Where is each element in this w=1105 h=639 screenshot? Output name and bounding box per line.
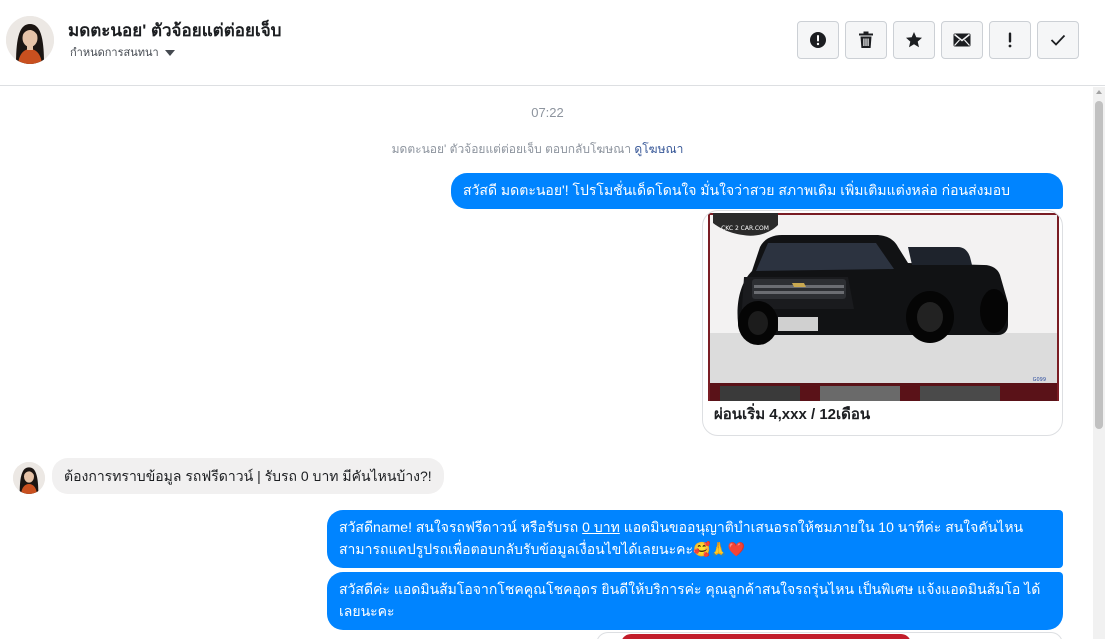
ad-image-watermark: CKC 2 CAR.COM [721, 225, 769, 232]
conversation-toolbar [797, 21, 1079, 59]
ad-car-image[interactable]: CKC 2 CAR.COM G099 [708, 213, 1059, 401]
sender-avatar[interactable] [13, 462, 45, 494]
caret-down-icon [164, 49, 175, 56]
star-icon [906, 32, 922, 48]
star-button[interactable] [893, 21, 935, 59]
outgoing-message: สวัสดีค่ะ แอดมินส้มโอจากโชคคูณโชคอุดร ยิ… [327, 572, 1063, 630]
trash-icon [859, 31, 873, 48]
conversation-thread: 07:22 มดตะนอย' ตัวจ้อยแต่ต่อยเจ็บ ตอบกลั… [0, 87, 1093, 639]
message-underlined-text: 0 บาท [582, 519, 620, 535]
mark-unread-button[interactable] [941, 21, 983, 59]
outgoing-message: สวัสดีname! สนใจรถฟรีดาวน์ หรือรับรถ 0 บ… [327, 510, 1063, 568]
assign-label: กำหนดการสนทนา [70, 47, 159, 59]
spam-button[interactable] [989, 21, 1031, 59]
view-ad-link[interactable]: ดูโฆษณา [634, 142, 683, 156]
ad-card[interactable]: CKC 2 CAR.COM G099 ผ่อนเริ่ม 4,xxx / 12เ… [702, 210, 1063, 436]
ad-caption: ผ่อนเริ่ม 4,xxx / 12เดือน [714, 406, 871, 423]
outgoing-message: สวัสดี มดตะนอย'! โปรโมชั่นเด็ดโดนใจ มั่น… [451, 173, 1063, 209]
message-text: สวัสดีname! สนใจรถฟรีดาวน์ หรือรับรถ [339, 519, 583, 535]
scroll-up-arrow-icon[interactable] [1096, 90, 1102, 94]
exclamation-circle-icon [810, 32, 826, 48]
check-icon [1050, 34, 1066, 46]
scrollbar-thumb[interactable] [1095, 101, 1103, 429]
report-button[interactable] [797, 21, 839, 59]
replied-to-ad-note: มดตะนอย' ตัวจ้อยแต่ต่อยเจ็บ ตอบกลับโฆษณา… [0, 140, 1075, 159]
contact-name: มดตะนอย' ตัวจ้อยแต่ต่อยเจ็บ [68, 21, 282, 40]
message-timestamp: 07:22 [531, 105, 564, 120]
svg-text:G099: G099 [1033, 377, 1046, 383]
done-button[interactable] [1037, 21, 1079, 59]
delete-button[interactable] [845, 21, 887, 59]
contact-avatar[interactable] [6, 16, 54, 64]
assign-conversation-dropdown[interactable]: กำหนดการสนทนา [70, 43, 175, 61]
next-ad-image-edge [621, 634, 911, 639]
conversation-header: มดตะนอย' ตัวจ้อยแต่ต่อยเจ็บ กำหนดการสนทน… [0, 0, 1105, 86]
exclamation-icon [1008, 32, 1012, 48]
next-ad-card-preview[interactable] [596, 632, 1063, 639]
incoming-message: ต้องการทราบข้อมูล รถฟรีดาวน์ | รับรถ 0 บ… [52, 458, 444, 494]
replied-note-text: มดตะนอย' ตัวจ้อยแต่ต่อยเจ็บ ตอบกลับโฆษณา [391, 142, 635, 156]
envelope-icon [953, 33, 971, 47]
